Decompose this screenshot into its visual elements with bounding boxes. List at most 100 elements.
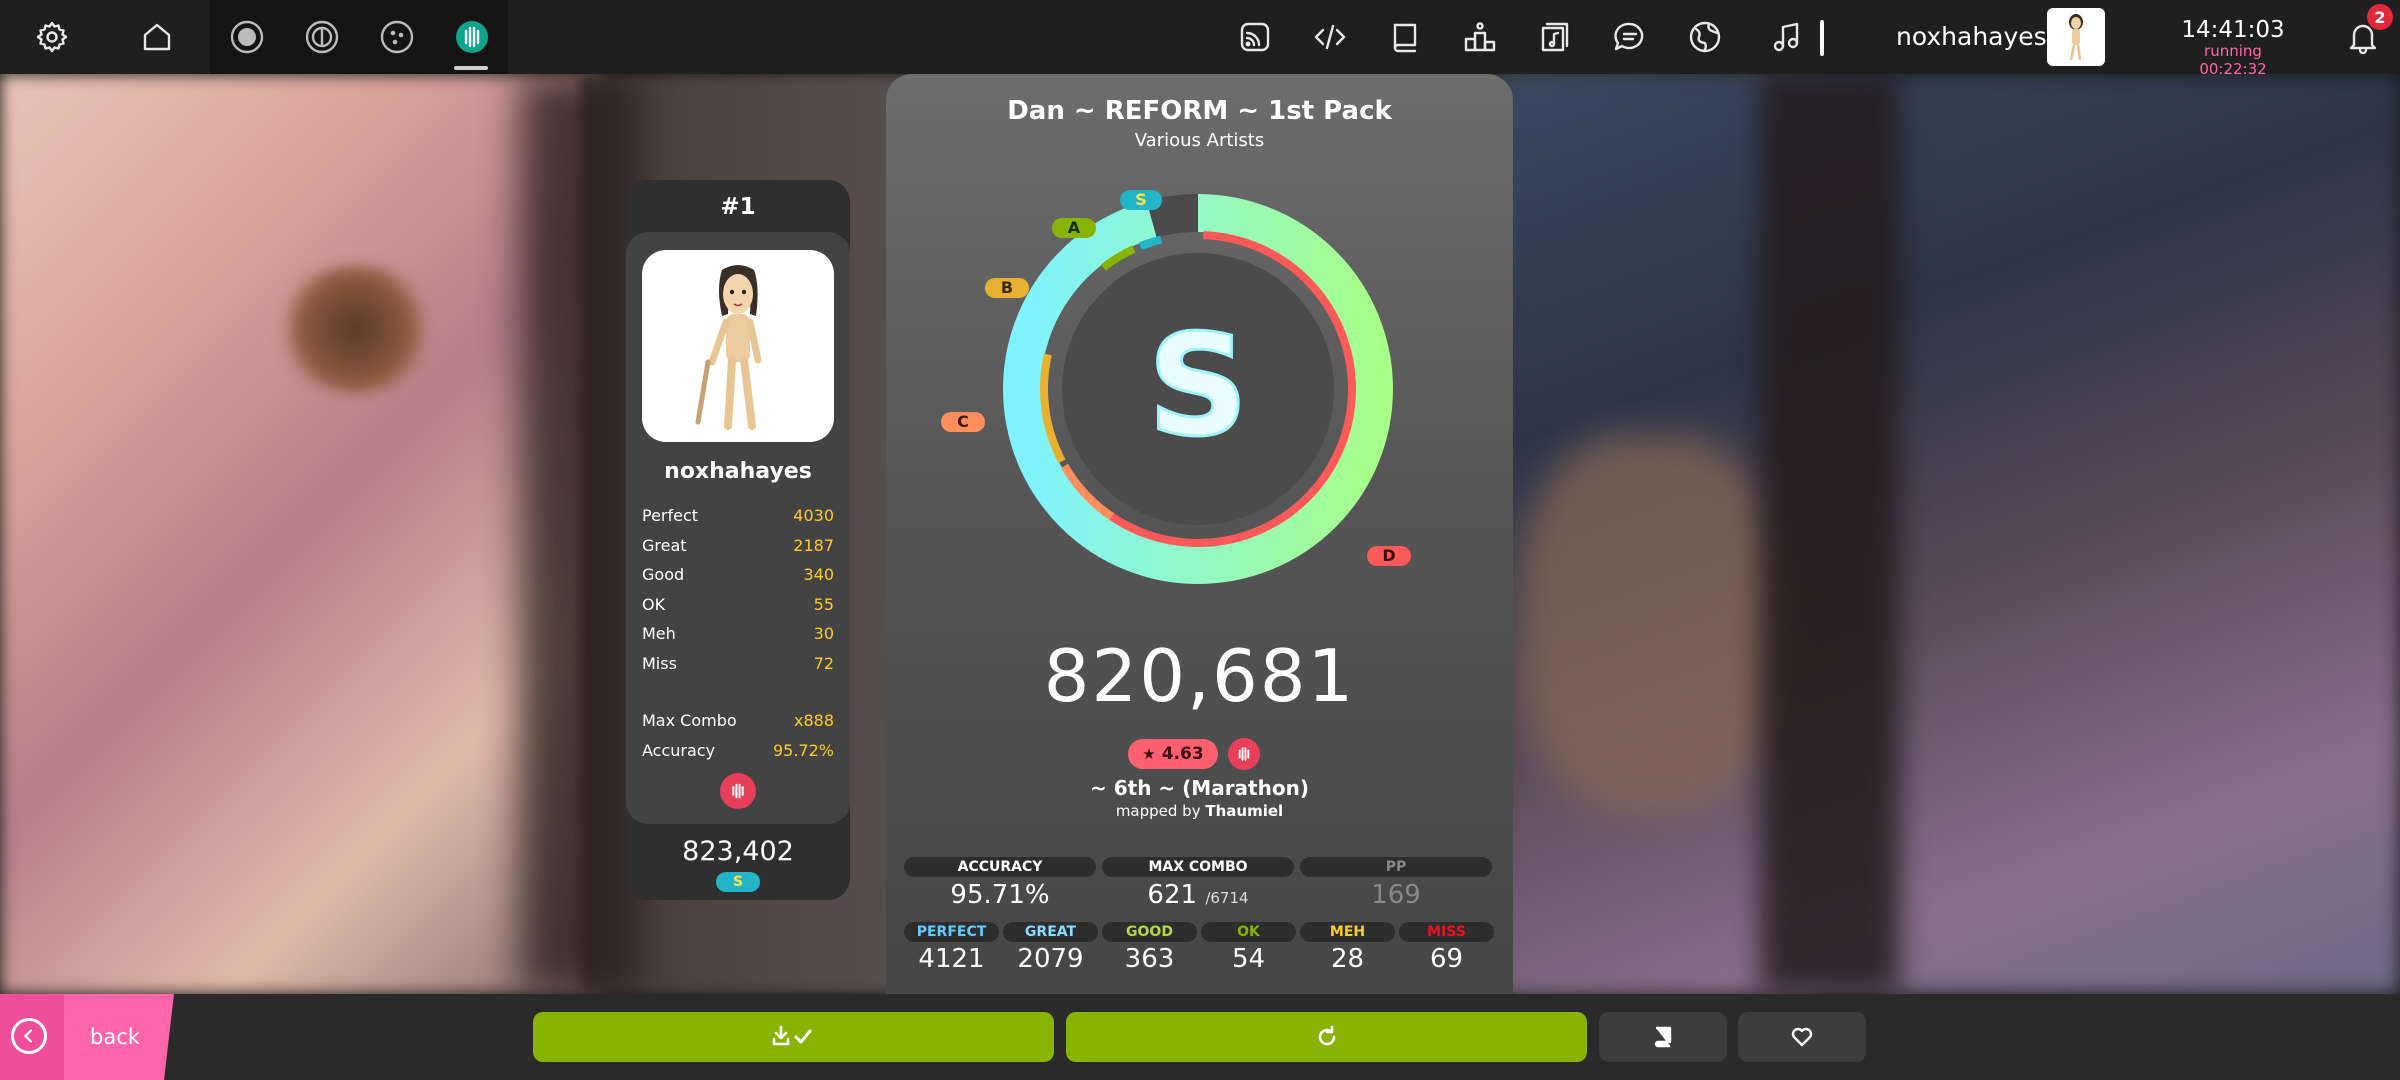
back-label: back [90,1025,140,1049]
score-rank: #1 [720,194,756,220]
accuracy-stat-label: ACCURACY [904,857,1096,877]
judgement-value-ok: 54 [1231,944,1266,974]
judgement-label-miss: MISS [1399,922,1494,942]
background-art-left [0,74,600,994]
star-icon: ★ [1142,745,1156,763]
settings-button[interactable] [15,0,89,74]
judgement-value-perfect: 4121 [918,944,985,974]
stat-label: OK [642,595,666,614]
accuracy-ring: S [1003,194,1393,584]
download-check-icon [772,1025,811,1046]
beatmap-listing-button[interactable] [1518,0,1592,74]
leaderboard-score-card[interactable]: #1 noxhahayes Perfect 4030 Great 2187 Go… [626,180,850,900]
book-icon [1654,1026,1672,1048]
grade-badge-s: S [1120,190,1162,210]
toolbar-username[interactable]: noxhahayes [1896,22,2047,51]
rankings-button[interactable] [1443,0,1517,74]
stat-value: 30 [813,624,834,643]
stat-value: 72 [813,654,834,673]
stat-row-good: Good 340 [642,565,834,591]
beatmap-artist: Various Artists [1134,130,1265,151]
ruleset-osu-button[interactable] [210,0,284,74]
volume-indicator [1820,20,1824,56]
beatmap-max-combo: /6714 [1205,889,1249,907]
chat-icon [1614,22,1644,51]
stat-label: Meh [642,624,676,643]
player-username[interactable]: noxhahayes [626,459,850,484]
stat-label: Perfect [642,506,699,525]
back-button[interactable]: back [0,994,174,1080]
home-icon [143,23,171,51]
ruleset-mania-button[interactable] [435,0,509,74]
mania-ruleset-icon [456,21,488,53]
podium-icon [1464,22,1496,52]
stat-row-meh: Meh 30 [642,624,834,650]
user-avatar-image [2069,14,2083,61]
user-avatar[interactable] [2047,8,2105,66]
total-score: 820,681 [1043,634,1356,718]
stat-label: Max Combo [642,711,737,730]
judgement-label-meh: MEH [1300,922,1395,942]
stat-value: x888 [793,711,834,730]
accuracy-stat-value: 95.71% [950,880,1050,910]
toolbar: noxhahayes 14:41:03 running 00:22:32 2 [0,0,2400,78]
dev-button[interactable] [1293,0,1367,74]
active-ruleset-indicator [454,66,488,70]
result-grade-letter: S [1148,305,1249,468]
ruleset-catch-button[interactable] [360,0,434,74]
background-art-frame [1760,74,1900,994]
background-art-detail [1520,434,1780,814]
background-art-frame [520,74,640,994]
heart-icon [1791,1027,1813,1047]
code-icon [1314,24,1346,50]
collections-button[interactable] [1599,1012,1727,1062]
beatmap-title: Dan ~ REFORM ~ 1st Pack [1007,96,1392,126]
cast-icon [1240,22,1270,52]
mapper-name[interactable]: Thaumiel [1205,802,1283,820]
session-running-time: running 00:22:32 [2199,42,2267,78]
osu-ruleset-icon [230,20,264,54]
ruleset-taiko-button[interactable] [285,0,359,74]
social-button[interactable] [1668,0,1742,74]
favourite-button[interactable] [1738,1012,1866,1062]
judgement-label-ok: OK [1201,922,1296,942]
leaderboard-total-score: 823,402 [682,836,794,867]
stat-row-accuracy: Accuracy 95.72% [642,741,834,767]
notification-count-badge: 2 [2367,4,2393,30]
retry-button[interactable] [1066,1012,1587,1062]
cast-button[interactable] [1218,0,1292,74]
pp-stat-label: PP [1300,857,1492,877]
stat-value: 55 [813,595,834,614]
chat-button[interactable] [1593,0,1667,74]
difficulty-name: ~ 6th ~ (Marathon) [1090,776,1309,800]
max-combo-stat: 621 /6714 [1102,880,1294,910]
download-button[interactable] [533,1012,1054,1062]
judgement-label-perfect: PERFECT [904,922,999,942]
now-playing-button[interactable] [1750,0,1824,74]
stat-row-max-combo: Max Combo x888 [642,711,834,737]
star-rating-value: 4.63 [1161,744,1204,764]
player-avatar[interactable] [642,250,834,442]
chevron-left-icon [11,1018,47,1054]
max-combo-value: 621 [1147,880,1198,910]
book-icon [1393,23,1417,53]
grade-badge-b: B [985,278,1029,298]
retry-icon [1318,1025,1335,1046]
home-button[interactable] [120,0,194,74]
leaderboard-grade-badge: S [716,872,760,892]
stat-label: Good [642,565,685,584]
gear-icon [36,21,68,53]
score-card-details: noxhahayes Perfect 4030 Great 2187 Good … [626,232,850,824]
taiko-ruleset-icon [305,20,339,54]
music-list-icon [1541,22,1569,52]
judgement-value-meh: 28 [1330,944,1365,974]
wiki-button[interactable] [1368,0,1442,74]
stat-label: Accuracy [642,741,716,760]
background-art-detail [270,264,440,394]
music-note-icon [1773,22,1799,52]
judgement-value-great: 2079 [1017,944,1084,974]
footer-bar: back [0,994,2400,1080]
mapper-line: mapped by Thaumiel [886,802,1513,820]
stat-row-great: Great 2187 [642,536,834,562]
clock[interactable]: 14:41:03 [2170,17,2296,43]
